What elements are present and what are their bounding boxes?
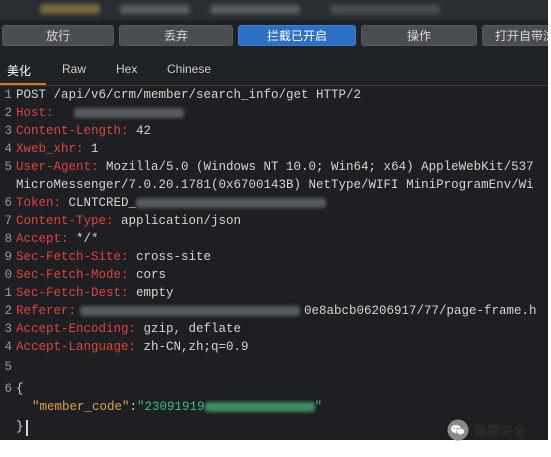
drop-button[interactable]: 丢弃 xyxy=(119,25,233,46)
tab-pretty[interactable]: 美化 xyxy=(7,62,31,79)
header-name: Token: xyxy=(16,196,62,210)
header-value: CLNTCRED_ xyxy=(61,196,137,210)
header-line: Content-Type: application/json xyxy=(16,214,241,228)
header-line-referer: Referer: 0e8abcb06206917/77/page-frame.h xyxy=(16,304,537,318)
active-tab-indicator xyxy=(0,83,46,85)
line-number: 6 xyxy=(4,196,12,210)
open-browser-button[interactable]: 打开自带浏 xyxy=(482,25,548,46)
header-value: cross-site xyxy=(128,250,212,264)
line-number: 1 xyxy=(4,286,12,300)
header-name: Referer: xyxy=(16,304,77,318)
json-body-line: "member_code":"23091919 " xyxy=(32,400,323,414)
line-number: 5 xyxy=(4,360,12,374)
redacted-value xyxy=(136,197,327,208)
line-number: 3 xyxy=(4,124,12,138)
tab-raw[interactable]: Raw xyxy=(62,62,86,76)
title-bar xyxy=(0,0,548,20)
line-number: 4 xyxy=(4,142,12,156)
redacted-title xyxy=(120,5,190,14)
request-line: POST /api/v6/crm/member/search_info/get … xyxy=(16,88,362,102)
header-line: Sec-Fetch-Dest: empty xyxy=(16,286,174,300)
watermark-text: 隐雾安全 xyxy=(474,423,527,439)
line-number: 9 xyxy=(4,250,12,264)
header-name: User-Agent: xyxy=(16,160,99,174)
header-line: Accept-Language: zh-CN,zh;q=0.9 xyxy=(16,340,249,354)
http-request-editor-window: 放行 丢弃 拦截已开启 操作 打开自带浏 美化 Raw Hex Chinese … xyxy=(0,0,548,440)
header-line: Sec-Fetch-Mode: cors xyxy=(16,268,166,282)
tab-hex[interactable]: Hex xyxy=(116,62,137,76)
request-editor[interactable]: 1 POST /api/v6/crm/member/search_info/ge… xyxy=(0,86,548,440)
header-line: Accept: */* xyxy=(16,232,99,246)
view-tabs: 美化 Raw Hex Chinese xyxy=(0,56,548,86)
json-value: "23091919 xyxy=(137,400,205,414)
text-cursor xyxy=(26,420,28,436)
header-name: Content-Length: xyxy=(16,124,129,138)
line-number: 1 xyxy=(4,88,12,102)
header-line: Xweb_xhr: 1 xyxy=(16,142,99,156)
header-value: gzip, deflate xyxy=(136,322,242,336)
redacted-value xyxy=(204,401,315,412)
line-number: 5 xyxy=(4,160,12,174)
action-button[interactable]: 操作 xyxy=(361,25,477,46)
line-number: 7 xyxy=(4,214,12,228)
header-line: Content-Length: 42 xyxy=(16,124,151,138)
header-line: Accept-Encoding: gzip, deflate xyxy=(16,322,241,336)
header-line-token: Token: CLNTCRED_ xyxy=(16,196,327,210)
header-name: Host: xyxy=(16,106,54,120)
header-line-host: Host: xyxy=(16,106,184,120)
json-close-brace: } xyxy=(16,420,24,434)
redacted-title xyxy=(330,5,440,14)
header-name: Sec-Fetch-Site: xyxy=(16,250,129,264)
header-continuation: MicroMessenger/7.0.20.1781(0x6700143B) N… xyxy=(16,178,534,192)
header-name: Content-Type: xyxy=(16,214,114,228)
redacted-value xyxy=(80,305,301,316)
toolbar: 放行 丢弃 拦截已开启 操作 打开自带浏 xyxy=(0,22,548,50)
line-number: 4 xyxy=(4,340,12,354)
header-name: Sec-Fetch-Mode: xyxy=(16,268,129,282)
header-value: 0e8abcb06206917/77/page-frame.h xyxy=(304,304,537,318)
wechat-icon xyxy=(447,419,469,441)
header-value: 42 xyxy=(128,124,152,138)
line-number: 2 xyxy=(4,106,12,120)
header-line: Sec-Fetch-Site: cross-site xyxy=(16,250,211,264)
line-number: 8 xyxy=(4,232,12,246)
intercept-on-button[interactable]: 拦截已开启 xyxy=(238,25,356,46)
header-value: application/json xyxy=(113,214,242,228)
json-open-brace: { xyxy=(16,382,24,396)
line-number: 3 xyxy=(4,322,12,336)
forward-button[interactable]: 放行 xyxy=(2,25,114,46)
header-name: Accept-Language: xyxy=(16,340,137,354)
header-name: Accept-Encoding: xyxy=(16,322,137,336)
line-number: 2 xyxy=(4,304,12,318)
header-name: Accept: xyxy=(16,232,69,246)
header-value: */* xyxy=(68,232,99,246)
watermark: 隐雾安全 xyxy=(447,419,526,441)
redacted-title xyxy=(40,4,100,14)
header-value: 1 xyxy=(83,142,99,156)
header-value: empty xyxy=(128,286,174,300)
json-key: "member_code" xyxy=(32,400,130,414)
header-value: zh-CN,zh;q=0.9 xyxy=(136,340,249,354)
header-name: Sec-Fetch-Dest: xyxy=(16,286,129,300)
tab-chinese[interactable]: Chinese xyxy=(167,62,211,76)
header-line: User-Agent: Mozilla/5.0 (Windows NT 10.0… xyxy=(16,160,534,174)
line-number: 6 xyxy=(4,382,12,396)
line-number: 0 xyxy=(4,268,12,282)
header-value: cors xyxy=(128,268,167,282)
header-value: Mozilla/5.0 (Windows NT 10.0; Win64; x64… xyxy=(98,160,534,174)
redacted-title xyxy=(210,5,300,14)
redacted-value xyxy=(73,107,184,118)
header-name: Xweb_xhr: xyxy=(16,142,84,156)
